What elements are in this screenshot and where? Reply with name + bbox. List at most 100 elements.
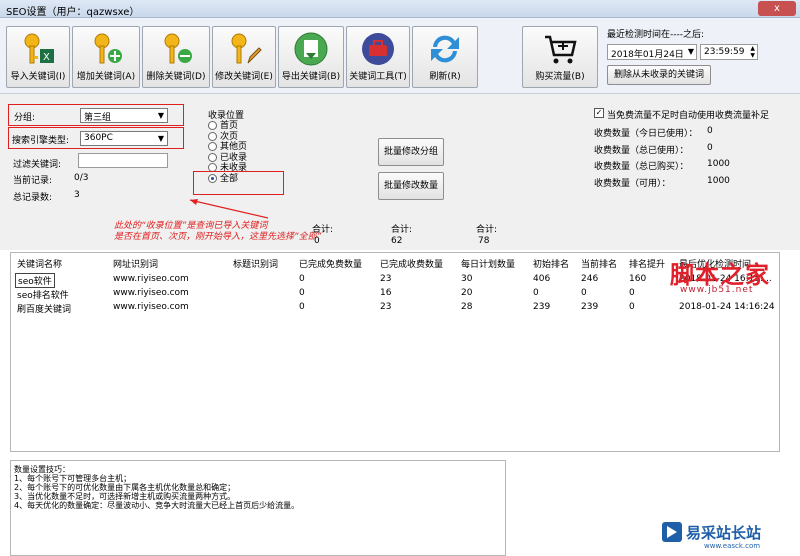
engine-value: 360PC	[84, 133, 113, 143]
paid-today-label: 收费数量（今日已使用）：	[594, 129, 698, 139]
radio-label: 次页	[220, 131, 239, 142]
tips-box: 数量设置技巧： 1、每个账号下可管理多台主机； 2、每个账号下的可优化数量由下属…	[10, 460, 506, 556]
cell-daily-plan: 20	[461, 288, 473, 298]
current-records-label: 当前记录:	[13, 176, 53, 186]
keyword-tools-button[interactable]: 关键词工具(T)	[346, 26, 410, 88]
edit-keyword-button[interactable]: 修改关键词(E)	[212, 26, 276, 88]
col-keyword[interactable]: 关键词名称	[17, 257, 62, 270]
total-value-paid: 62	[391, 236, 403, 246]
group-select[interactable]: 第三组 ▼	[80, 108, 168, 123]
title-bar: SEO设置（用户：qazwsxe） x	[0, 0, 800, 18]
chevron-down-icon: ▼	[687, 47, 694, 56]
import-keywords-button[interactable]: X 导入关键词(I)	[6, 26, 70, 88]
cell-paid-done: 23	[380, 302, 392, 312]
radio-home[interactable]: 首页	[208, 121, 247, 132]
key-excel-icon: X	[24, 33, 54, 64]
col-url-keyword[interactable]: 网址识别词	[113, 257, 158, 270]
cell-keyword: seo排名软件	[17, 291, 69, 301]
col-rank-gain[interactable]: 排名提升	[629, 257, 665, 270]
cell-url: www.riyiseo.com	[113, 274, 189, 284]
refresh-icon	[431, 35, 459, 63]
col-paid-done[interactable]: 已完成收费数量	[380, 257, 443, 270]
paid-purchased-label: 收费数量（总已购买）：	[594, 162, 689, 172]
radio-circle[interactable]	[208, 131, 217, 141]
radio-label: 首页	[220, 121, 239, 131]
radio-other-pages[interactable]: 其他页	[208, 142, 247, 153]
radio-label: 其他页	[220, 142, 248, 152]
group-label: 分组:	[14, 113, 36, 123]
toolbox-icon	[362, 33, 394, 65]
total-label-plan: 合计:	[476, 225, 498, 235]
close-button[interactable]: x	[758, 1, 796, 16]
radio-second-page[interactable]: 次页	[208, 131, 247, 143]
engine-select[interactable]: 360PC ▼	[80, 131, 168, 146]
refresh-button[interactable]: 刷新(R)	[412, 26, 478, 88]
cell-last-check: 2018-01-24 14:16:24	[679, 302, 775, 312]
keyword-table: 关键词名称 网址识别词 标题识别词 已完成免费数量 已完成收费数量 每日计划数量…	[10, 252, 780, 452]
tips-line-2: 2、每个账号下的可优化数量由下属各主机优化数量总和确定；	[14, 483, 236, 492]
time-picker[interactable]: 23:59:59 ▲ ▼	[700, 44, 758, 60]
date-value: 2018年01月24日	[611, 50, 684, 60]
delete-unindexed-label: 删除从未收录的关键词	[613, 70, 704, 80]
batch-count-button[interactable]: 批量修改数量	[378, 172, 444, 200]
paid-total-used-label: 收费数量（总已使用）：	[594, 146, 689, 156]
engine-label: 搜索引擎类型:	[12, 136, 70, 146]
cell-paid-done: 23	[380, 274, 392, 284]
keyword-tools-label: 关键词工具(T)	[349, 72, 407, 82]
refresh-label: 刷新(R)	[429, 72, 461, 82]
watermark-site-url: www.jb51.net	[680, 285, 754, 295]
last-check-label: 最近检测时间在----之后:	[607, 30, 705, 40]
cell-free-done: 0	[299, 288, 305, 298]
buy-traffic-label: 购买流量(B)	[535, 72, 585, 82]
buy-traffic-button[interactable]: 购买流量(B)	[522, 26, 598, 88]
col-title-keyword[interactable]: 标题识别词	[233, 257, 278, 270]
import-keywords-label: 导入关键词(I)	[10, 72, 66, 82]
svg-text:X: X	[43, 52, 50, 63]
index-position-label: 收录位置	[208, 111, 245, 121]
export-icon	[294, 32, 328, 66]
col-current-rank[interactable]: 当前排名	[581, 257, 617, 270]
brand-logo-icon	[662, 522, 682, 542]
time-value: 23:59:59	[704, 47, 745, 57]
col-free-done[interactable]: 已完成免费数量	[299, 257, 362, 270]
export-keywords-button[interactable]: 导出关键词(B)	[278, 26, 344, 88]
cell-daily-plan: 30	[461, 274, 473, 284]
key-remove-icon	[164, 33, 192, 64]
total-label-paid: 合计:	[391, 225, 413, 235]
tips-line-3: 3、当优化数量不足时，可选择新增主机或购买流量两种方式。	[14, 492, 236, 501]
radio-circle[interactable]	[208, 152, 217, 162]
cell-url: www.riyiseo.com	[113, 288, 189, 298]
key-add-icon	[94, 33, 122, 64]
radio-circle[interactable]	[208, 121, 217, 130]
batch-group-button[interactable]: 批量修改分组	[378, 138, 444, 166]
add-keyword-button[interactable]: 增加关键词(A)	[72, 26, 140, 88]
col-initial-rank[interactable]: 初始排名	[533, 257, 569, 270]
cell-free-done: 0	[299, 302, 305, 312]
cell-rank-gain: 160	[629, 274, 647, 284]
annotation-line-2: 是否在首页、次页，刚开始导入，这里先选择“全部”	[114, 232, 322, 242]
filter-keyword-input[interactable]	[78, 153, 168, 168]
filter-keyword-label: 过滤关键词:	[13, 160, 62, 170]
col-daily-plan[interactable]: 每日计划数量	[461, 257, 515, 270]
paid-available-value: 1000	[707, 176, 730, 186]
auto-paid-checkbox[interactable]: ✓	[594, 108, 604, 118]
paid-available-label: 收费数量（可用）：	[594, 179, 671, 189]
cell-paid-done: 16	[380, 288, 392, 298]
radio-circle[interactable]	[208, 142, 217, 151]
batch-count-label: 批量修改数量	[383, 181, 438, 191]
cell-initial-rank: 406	[533, 274, 551, 284]
watermark-brand: 易采站长站	[686, 524, 762, 542]
cell-current-rank: 239	[581, 302, 599, 312]
spinner-icon[interactable]: ▲ ▼	[750, 45, 755, 59]
date-picker[interactable]: 2018年01月24日 ▼	[607, 44, 697, 60]
cell-url: www.riyiseo.com	[113, 302, 189, 312]
tips-title: 数量设置技巧：	[14, 465, 70, 474]
delete-keyword-button[interactable]: 删除关键词(D)	[142, 26, 210, 88]
chevron-down-icon: ▼	[157, 111, 164, 120]
edit-keyword-label: 修改关键词(E)	[215, 72, 273, 82]
key-edit-icon	[231, 33, 262, 64]
delete-unindexed-button[interactable]: 删除从未收录的关键词	[607, 65, 711, 85]
window-title: SEO设置（用户：qazwsxe）	[6, 7, 140, 18]
cell-rank-gain: 0	[629, 288, 635, 298]
radio-indexed[interactable]: 已收录	[208, 152, 247, 164]
